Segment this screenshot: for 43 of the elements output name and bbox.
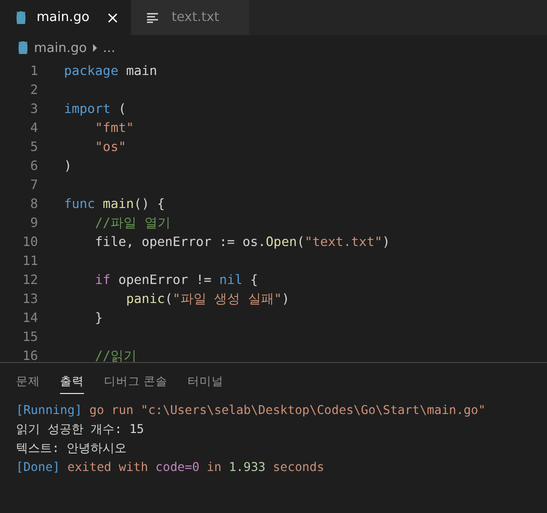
editor-tab[interactable]: main.go × [0, 0, 132, 35]
output-line: [Running] go run "c:\Users\selab\Desktop\Codes\Go\Start\main.go" [16, 402, 487, 419]
close-icon[interactable]: × [106, 8, 120, 27]
line-number: 10 [21, 234, 38, 252]
code-line: //읽기 [94, 348, 137, 366]
line-number: 13 [21, 291, 38, 309]
breadcrumb-item[interactable]: main.go [34, 40, 87, 56]
line-number: 7 [29, 177, 38, 195]
line-number: 2 [29, 82, 38, 100]
code-line: //파일 열기 [94, 215, 170, 233]
editor-tab[interactable]: text.txt [131, 0, 250, 35]
code-line: import ( [64, 101, 126, 119]
breadcrumb-item[interactable]: ... [102, 40, 116, 56]
code-line: "fmt" [94, 120, 134, 138]
code-line: } [94, 310, 103, 328]
line-number: 1 [29, 63, 38, 81]
line-number: 16 [21, 348, 38, 366]
line-number: 5 [29, 139, 38, 157]
code-line: func main() { [64, 196, 165, 214]
line-number: 4 [29, 120, 38, 138]
panel-tab[interactable]: 디버그 콘솔 [104, 368, 168, 394]
line-number: 15 [21, 329, 38, 347]
line-number: 8 [29, 196, 38, 214]
panel-tab[interactable]: 출력 [60, 368, 84, 394]
line-number: 9 [29, 215, 38, 233]
code-line: "os" [94, 139, 126, 157]
line-number: 11 [21, 253, 38, 271]
output-line: [Done] exited with code=0 in 1.933 seconds [16, 459, 326, 476]
output-line: 텍스트: 안녕하시오 [16, 440, 128, 457]
code-line: package main [64, 63, 158, 81]
panel-tab[interactable]: 문제 [16, 368, 40, 394]
code-line: if openError != nil { [94, 272, 258, 290]
panel-tab[interactable]: 터미널 [188, 368, 224, 394]
line-number: 14 [21, 310, 38, 328]
line-number: 6 [29, 158, 38, 176]
code-line: panic("파일 생성 실패") [125, 291, 290, 309]
code-line: file, openError := os.Open("text.txt") [94, 234, 390, 252]
line-number: 12 [21, 272, 38, 290]
line-number: 3 [29, 101, 38, 119]
text-lines-icon [147, 12, 158, 22]
chevron-icon [92, 44, 97, 52]
output-line: 읽기 성공한 개수: 15 [16, 421, 146, 438]
code-line: ) [64, 158, 72, 176]
